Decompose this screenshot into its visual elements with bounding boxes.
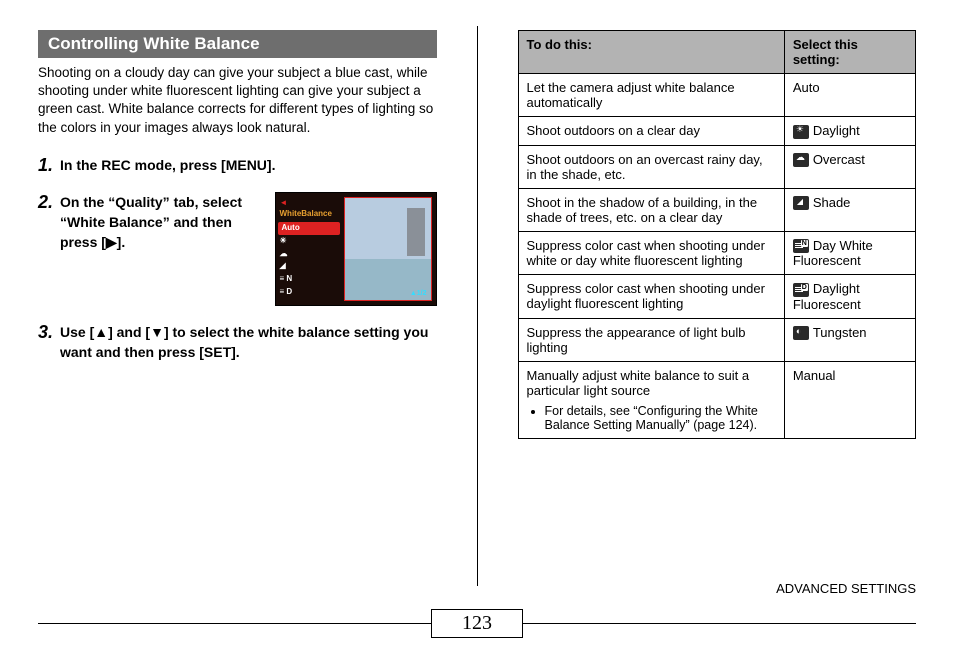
manual-page: Controlling White Balance Shooting on a … bbox=[0, 0, 954, 580]
shade-icon bbox=[793, 196, 809, 210]
lcd-item-overcast: ☁ bbox=[276, 248, 342, 261]
wb-desc: Let the camera adjust white balance auto… bbox=[518, 74, 784, 117]
section-title: Controlling White Balance bbox=[38, 30, 437, 58]
table-row: Suppress color cast when shooting under … bbox=[518, 231, 916, 275]
wb-setting-daywhite-fluorescent: NDay White Fluorescent bbox=[784, 231, 915, 275]
wb-desc-manual: Manually adjust white balance to suit a … bbox=[518, 361, 784, 438]
table-row: Suppress the appearance of light bulb li… bbox=[518, 318, 916, 361]
lcd-item-fluorescent-d: ≡ D bbox=[276, 286, 342, 299]
step-3: 3. Use [▲] and [▼] to select the white b… bbox=[38, 322, 437, 363]
table-row: Shoot in the shadow of a building, in th… bbox=[518, 188, 916, 231]
instruction-steps: 1. In the REC mode, press [MENU]. 2. On … bbox=[38, 155, 437, 363]
wb-desc: Suppress the appearance of light bulb li… bbox=[518, 318, 784, 361]
column-divider bbox=[477, 26, 478, 586]
step-text: On the “Quality” tab, select “White Bala… bbox=[60, 192, 261, 253]
wb-desc: Shoot in the shadow of a building, in th… bbox=[518, 188, 784, 231]
left-column: Controlling White Balance Shooting on a … bbox=[38, 30, 437, 560]
wb-desc: Shoot outdoors on a clear day bbox=[518, 117, 784, 146]
footer-rule-right bbox=[523, 623, 916, 624]
table-row: Suppress color cast when shooting under … bbox=[518, 275, 916, 319]
wb-desc: Suppress color cast when shooting under … bbox=[518, 275, 784, 319]
table-row: Shoot outdoors on an overcast rainy day,… bbox=[518, 145, 916, 188]
wb-desc: Shoot outdoors on an overcast rainy day,… bbox=[518, 145, 784, 188]
bulb-icon bbox=[793, 326, 809, 340]
footer-rule-left bbox=[38, 623, 431, 624]
wb-setting-overcast: Overcast bbox=[784, 145, 915, 188]
lcd-page-indicator: ▲1/2 bbox=[410, 289, 427, 299]
wb-desc: Suppress color cast when shooting under … bbox=[518, 231, 784, 275]
table-row: Manually adjust white balance to suit a … bbox=[518, 361, 916, 438]
step-text: Use [▲] and [▼] to select the white bala… bbox=[60, 322, 437, 363]
step-1: 1. In the REC mode, press [MENU]. bbox=[38, 155, 437, 176]
lcd-item-daylight: ☀ bbox=[276, 235, 342, 248]
step-number: 2. bbox=[38, 192, 60, 306]
right-column: To do this: Select this setting: Let the… bbox=[518, 30, 917, 560]
lcd-item-auto: Auto bbox=[278, 222, 340, 235]
lcd-item-fluorescent-n: ≡ N bbox=[276, 273, 342, 286]
footer-section-label: ADVANCED SETTINGS bbox=[776, 581, 916, 596]
wb-setting-tungsten: Tungsten bbox=[784, 318, 915, 361]
page-number: 123 bbox=[431, 609, 523, 638]
page-footer: ADVANCED SETTINGS 123 bbox=[0, 609, 954, 638]
wb-setting-shade: Shade bbox=[784, 188, 915, 231]
wb-setting-auto: Auto bbox=[784, 74, 915, 117]
table-header-setting: Select this setting: bbox=[784, 31, 915, 74]
intro-paragraph: Shooting on a cloudy day can give your s… bbox=[38, 64, 437, 137]
lcd-item-shade: ◢ bbox=[276, 260, 342, 273]
wb-manual-note: For details, see “Configuring the White … bbox=[545, 404, 776, 432]
table-header-desc: To do this: bbox=[518, 31, 784, 74]
table-row: Let the camera adjust white balance auto… bbox=[518, 74, 916, 117]
cloud-icon bbox=[793, 153, 809, 167]
wb-setting-daylight: Daylight bbox=[784, 117, 915, 146]
step-number: 1. bbox=[38, 155, 60, 176]
step-2: 2. On the “Quality” tab, select “White B… bbox=[38, 192, 437, 306]
wb-setting-manual: Manual bbox=[784, 361, 915, 438]
fluorescent-n-icon: N bbox=[793, 239, 809, 253]
camera-lcd-preview: ◄ WhiteBalance Auto ☀ ☁ ◢ ≡ N ≡ D ▲1/2 bbox=[275, 192, 437, 306]
sun-icon bbox=[793, 125, 809, 139]
step-text: In the REC mode, press [MENU]. bbox=[60, 155, 437, 176]
table-row: Shoot outdoors on a clear day Daylight bbox=[518, 117, 916, 146]
lcd-preview-image: ▲1/2 bbox=[344, 197, 432, 301]
step-number: 3. bbox=[38, 322, 60, 363]
fluorescent-d-icon: D bbox=[793, 283, 809, 297]
wb-setting-daylight-fluorescent: DDaylight Fluorescent bbox=[784, 275, 915, 319]
white-balance-table: To do this: Select this setting: Let the… bbox=[518, 30, 917, 439]
lcd-menu-title: ◄ WhiteBalance bbox=[276, 195, 342, 222]
